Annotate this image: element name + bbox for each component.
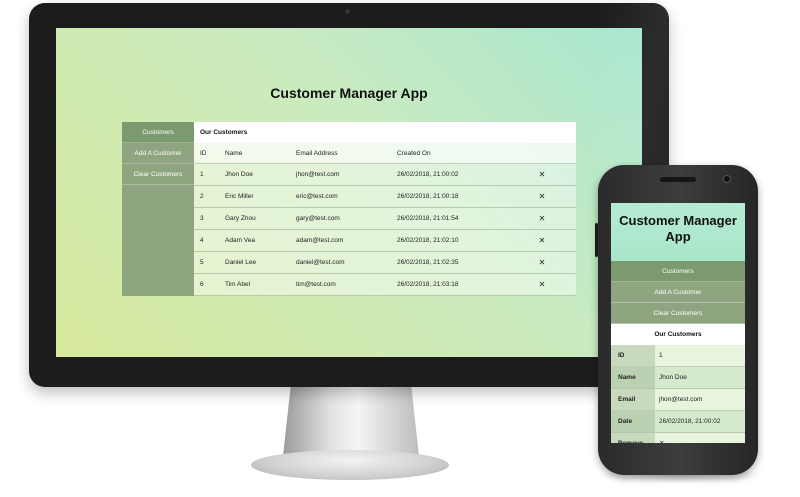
mobile-nav-clear-customers[interactable]: Clear Customers bbox=[611, 303, 745, 324]
cell-name: Tim Abel bbox=[225, 281, 251, 288]
table-row: 3 Gary Zhou gary@test.com 26/02/2018, 21… bbox=[194, 208, 576, 230]
mobile-nav-customers[interactable]: Customers bbox=[611, 261, 745, 282]
webcam-icon bbox=[345, 9, 350, 14]
record-label: Remove bbox=[611, 433, 655, 443]
record-row: Remove ✕ bbox=[611, 433, 745, 443]
record-value: Jhon Doe bbox=[659, 374, 687, 381]
delete-icon[interactable]: ✕ bbox=[522, 252, 562, 273]
sidebar: Customers Add A Customer Clear Customers bbox=[122, 122, 194, 296]
cell-id: 5 bbox=[200, 259, 204, 266]
cell-created: 26/02/2018, 21:02:10 bbox=[397, 237, 459, 244]
table-row: 2 Eric Miller eric@test.com 26/02/2018, … bbox=[194, 186, 576, 208]
mobile-nav-add-customer[interactable]: Add A Customer bbox=[611, 282, 745, 303]
mobile-app-title: Customer Manager App bbox=[611, 203, 745, 261]
monitor-stand-neck bbox=[283, 382, 419, 456]
cell-created: 26/02/2018, 21:00:18 bbox=[397, 193, 459, 200]
table-row: 5 Daniel Lee daniel@test.com 26/02/2018,… bbox=[194, 252, 576, 274]
column-header-created: Created On bbox=[397, 150, 431, 157]
cell-name: Gary Zhou bbox=[225, 215, 256, 222]
delete-icon[interactable]: ✕ bbox=[522, 208, 562, 229]
mobile-section-title: Our Customers bbox=[611, 324, 745, 345]
cell-id: 1 bbox=[200, 171, 204, 178]
speaker-icon bbox=[660, 177, 696, 182]
cell-created: 26/02/2018, 21:01:54 bbox=[397, 215, 459, 222]
cell-email: eric@test.com bbox=[296, 193, 338, 200]
mobile-screen: Customer Manager App Customers Add A Cus… bbox=[611, 203, 745, 443]
record-row: Date 26/02/2018, 21:00:02 bbox=[611, 411, 745, 433]
record-label: ID bbox=[611, 345, 655, 366]
delete-icon[interactable]: ✕ bbox=[522, 274, 562, 295]
record-value: 26/02/2018, 21:00:02 bbox=[659, 418, 721, 425]
column-header-name: Name bbox=[225, 150, 243, 157]
camera-icon bbox=[723, 175, 731, 183]
cell-created: 26/02/2018, 21:00:02 bbox=[397, 171, 459, 178]
record-row: Name Jhon Doe bbox=[611, 367, 745, 389]
delete-icon[interactable]: ✕ bbox=[522, 186, 562, 207]
sidebar-item-add-customer[interactable]: Add A Customer bbox=[122, 143, 194, 164]
cell-id: 6 bbox=[200, 281, 204, 288]
table-row: 6 Tim Abel tim@test.com 26/02/2018, 21:0… bbox=[194, 274, 576, 296]
column-header-id: ID bbox=[200, 150, 207, 157]
record-value: jhon@test.com bbox=[659, 396, 703, 403]
cell-name: Eric Miller bbox=[225, 193, 254, 200]
cell-name: Daniel Lee bbox=[225, 259, 257, 266]
app-title: Customer Manager App bbox=[270, 85, 428, 101]
table-header: ID Name Email Address Created On bbox=[194, 143, 576, 164]
sidebar-item-customers[interactable]: Customers bbox=[122, 122, 194, 143]
customers-panel: Our Customers ID Name Email Address Crea… bbox=[194, 122, 576, 296]
table-row: 1 Jhon Doe jhon@test.com 26/02/2018, 21:… bbox=[194, 164, 576, 186]
delete-icon[interactable]: ✕ bbox=[522, 164, 562, 185]
mobile-app-title-line2: App bbox=[665, 229, 691, 244]
cell-created: 26/02/2018, 21:03:18 bbox=[397, 281, 459, 288]
customer-app: Customers Add A Customer Clear Customers… bbox=[122, 122, 576, 296]
cell-name: Adam Vea bbox=[225, 237, 255, 244]
delete-icon[interactable]: ✕ bbox=[522, 230, 562, 251]
record-label: Email bbox=[611, 389, 655, 410]
cell-id: 3 bbox=[200, 215, 204, 222]
cell-email: jhon@test.com bbox=[296, 171, 340, 178]
record-row: Email jhon@test.com bbox=[611, 389, 745, 411]
cell-created: 26/02/2018, 21:02:35 bbox=[397, 259, 459, 266]
cell-email: tim@test.com bbox=[296, 281, 336, 288]
delete-icon[interactable]: ✕ bbox=[655, 433, 664, 443]
cell-id: 4 bbox=[200, 237, 204, 244]
cell-email: adam@test.com bbox=[296, 237, 344, 244]
cell-email: gary@test.com bbox=[296, 215, 340, 222]
table-row: 4 Adam Vea adam@test.com 26/02/2018, 21:… bbox=[194, 230, 576, 252]
phone-side-button bbox=[595, 223, 598, 257]
mobile-record: ID 1 Name Jhon Doe Email jhon@test.com D… bbox=[611, 345, 745, 443]
column-header-email: Email Address bbox=[296, 150, 338, 157]
record-label: Name bbox=[611, 367, 655, 388]
sidebar-item-clear-customers[interactable]: Clear Customers bbox=[122, 164, 194, 185]
panel-title: Our Customers bbox=[194, 122, 576, 143]
record-row: ID 1 bbox=[611, 345, 745, 367]
desktop-monitor: Customer Manager App Customers Add A Cus… bbox=[29, 3, 699, 387]
mobile-app-title-line1: Customer Manager bbox=[619, 213, 737, 228]
monitor-stand-base bbox=[251, 450, 449, 480]
cell-id: 2 bbox=[200, 193, 204, 200]
record-label: Date bbox=[611, 411, 655, 432]
desktop-screen: Customer Manager App Customers Add A Cus… bbox=[56, 28, 642, 357]
cell-name: Jhon Doe bbox=[225, 171, 253, 178]
record-value: 1 bbox=[659, 352, 663, 359]
mobile-phone: Customer Manager App Customers Add A Cus… bbox=[595, 165, 758, 475]
cell-email: daniel@test.com bbox=[296, 259, 345, 266]
